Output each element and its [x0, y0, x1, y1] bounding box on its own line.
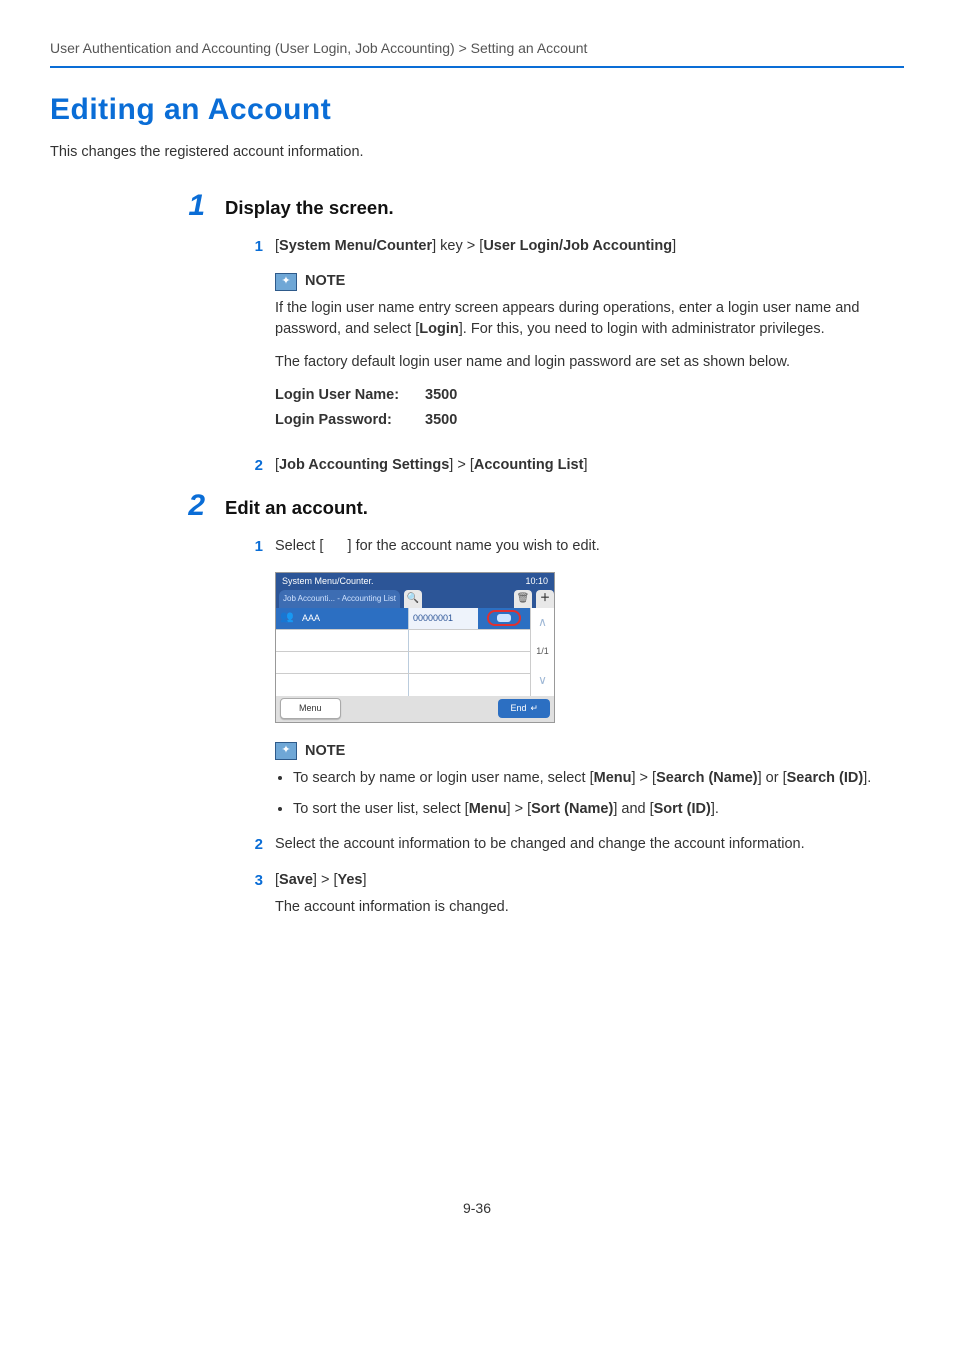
step-1-header: 1 Display the screen.: [50, 191, 904, 222]
text: ]: [672, 238, 676, 254]
end-button[interactable]: End↵: [498, 699, 550, 718]
trash-icon[interactable]: 🗑: [514, 590, 532, 608]
detail-button[interactable]: [487, 610, 521, 626]
text: ] or [: [758, 770, 787, 786]
list-row-empty: [276, 652, 530, 674]
substep-number: 3: [225, 870, 275, 892]
login-password-value: 3500: [425, 410, 457, 431]
login-username-row: Login User Name: 3500: [275, 385, 904, 406]
bold: Login: [419, 321, 458, 337]
device-tab[interactable]: Job Accounti... - Accounting List: [279, 590, 400, 608]
note-icon: [275, 742, 297, 760]
substep-text: Select the account information to be cha…: [275, 834, 904, 855]
substep-number: 1: [225, 236, 275, 258]
bold: User Login/Job Accounting: [483, 238, 672, 254]
search-icon[interactable]: 🔍: [404, 590, 422, 608]
login-password-row: Login Password: 3500: [275, 410, 904, 431]
text: To sort the user list, select [: [293, 801, 469, 817]
step2-sub1: 1 Select [ ] for the account name you wi…: [225, 536, 904, 558]
login-password-label: Login Password:: [275, 410, 425, 431]
step2-sub2: 2 Select the account information to be c…: [225, 834, 904, 856]
note-box: NOTE To search by name or login user nam…: [275, 741, 904, 820]
step-1-title: Display the screen.: [225, 191, 394, 222]
page-title: Editing an Account: [50, 88, 904, 132]
lead-text: This changes the registered account info…: [50, 142, 904, 163]
breadcrumb: User Authentication and Accounting (User…: [50, 38, 904, 58]
note-bullet: To search by name or login user name, se…: [293, 768, 904, 789]
group-icon: 👥: [276, 610, 298, 626]
bold: Search (ID): [787, 770, 864, 786]
step2-sub3: 3 [Save] > [Yes]: [225, 870, 904, 892]
text: ]: [583, 457, 587, 473]
text: ]: [363, 872, 367, 888]
bold: Job Accounting Settings: [279, 457, 449, 473]
device-screenshot: System Menu/Counter. 10:10 Job Accounti.…: [275, 572, 555, 723]
note-text: The factory default login user name and …: [275, 352, 904, 373]
note-icon: [275, 273, 297, 291]
step-2-header: 2 Edit an account.: [50, 491, 904, 522]
text: ]. For this, you need to login with admi…: [459, 321, 825, 337]
login-username-value: 3500: [425, 385, 457, 406]
step-2-title: Edit an account.: [225, 491, 368, 522]
bold: Accounting List: [474, 457, 584, 473]
enter-icon: ↵: [530, 702, 538, 715]
bold: Yes: [338, 872, 363, 888]
list-row-empty: [276, 630, 530, 652]
substep-number: 2: [225, 455, 275, 477]
text: To search by name or login user name, se…: [293, 770, 594, 786]
note-bullet: To sort the user list, select [Menu] > […: [293, 799, 904, 820]
page-indicator: 1/1: [531, 637, 554, 666]
step1-sub1: 1 [System Menu/Counter] key > [User Logi…: [225, 236, 904, 258]
note-box: NOTE If the login user name entry screen…: [275, 271, 904, 431]
text: ].: [863, 770, 871, 786]
bold: Save: [279, 872, 313, 888]
text: ] key > [: [432, 238, 483, 254]
step-1-number: 1: [50, 191, 225, 222]
note-label: NOTE: [305, 741, 345, 762]
text: ] and [: [613, 801, 653, 817]
note-text: If the login user name entry screen appe…: [275, 298, 904, 340]
text: ] > [: [507, 801, 532, 817]
text: ] > [: [313, 872, 338, 888]
bold: Sort (ID): [654, 801, 711, 817]
text: ] > [: [631, 770, 656, 786]
step2-sub3-detail: The account information is changed.: [225, 897, 904, 918]
substep-number: 2: [225, 834, 275, 856]
text: ].: [711, 801, 719, 817]
bold: Menu: [594, 770, 632, 786]
scroll-down-icon[interactable]: ∨: [531, 666, 554, 695]
row-id: 00000001: [408, 608, 478, 629]
bold: Sort (Name): [531, 801, 613, 817]
substep-text: Select [ ] for the account name you wish…: [275, 536, 904, 557]
page-number: 9-36: [50, 1198, 904, 1218]
scroll-up-icon[interactable]: ∧: [531, 608, 554, 637]
substep-number: 1: [225, 536, 275, 558]
text: ] > [: [449, 457, 474, 473]
menu-button[interactable]: Menu: [280, 698, 341, 719]
bold: System Menu/Counter: [279, 238, 432, 254]
step-2-number: 2: [50, 491, 225, 522]
device-title: System Menu/Counter. 10:10: [276, 573, 554, 590]
list-row-empty: [276, 674, 530, 696]
bold: Search (Name): [656, 770, 758, 786]
list-row-selected[interactable]: 👥 AAA 00000001: [276, 608, 530, 630]
step1-sub2: 2 [Job Accounting Settings] > [Accountin…: [225, 455, 904, 477]
note-label: NOTE: [305, 271, 345, 292]
add-icon[interactable]: ＋: [536, 590, 554, 608]
divider: [50, 66, 904, 68]
substep-detail: The account information is changed.: [275, 897, 904, 918]
login-username-label: Login User Name:: [275, 385, 425, 406]
row-name: AAA: [298, 612, 408, 625]
bold: Menu: [469, 801, 507, 817]
